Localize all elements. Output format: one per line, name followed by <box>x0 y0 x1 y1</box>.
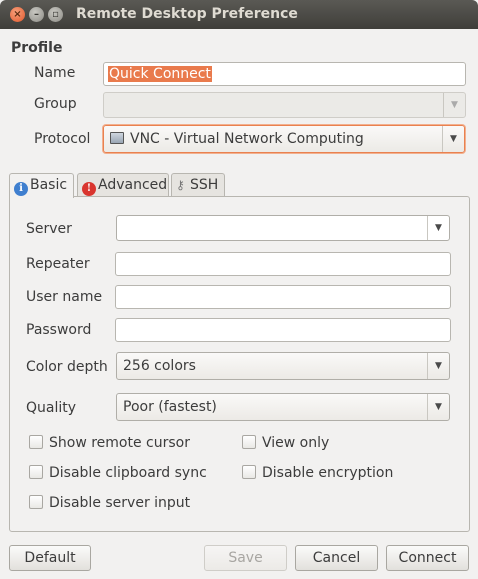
checkbox-box <box>242 465 256 479</box>
chevron-down-icon: ▼ <box>427 394 449 420</box>
checkbox-label: View only <box>262 435 330 451</box>
quality-combo[interactable]: Poor (fastest) ▼ <box>116 393 450 421</box>
monitor-icon <box>110 132 124 144</box>
ssh-key-icon: ⚷ <box>176 178 185 192</box>
name-label: Name <box>34 65 76 81</box>
password-label: Password <box>26 322 92 338</box>
info-icon: i <box>14 182 28 196</box>
show-remote-cursor-checkbox[interactable]: Show remote cursor <box>29 435 190 451</box>
checkbox-label: Disable encryption <box>262 465 394 481</box>
minimize-window-button[interactable]: – <box>29 7 44 22</box>
window-title: Remote Desktop Preference <box>76 6 298 22</box>
color-depth-combo[interactable]: 256 colors ▼ <box>116 352 450 380</box>
color-depth-combo-value: 256 colors <box>123 358 196 374</box>
server-combo[interactable]: ▼ <box>116 215 450 241</box>
checkbox-box <box>29 495 43 509</box>
username-label: User name <box>26 289 103 305</box>
tab-ssh[interactable]: ⚷ SSH <box>171 173 225 197</box>
name-field-value: Quick Connect <box>108 66 212 82</box>
tab-basic-label: Basic <box>30 177 68 193</box>
profile-section-title: Profile <box>11 40 63 56</box>
checkbox-box <box>29 435 43 449</box>
username-field[interactable] <box>115 285 451 309</box>
color-depth-label: Color depth <box>26 359 108 375</box>
maximize-window-button[interactable]: ▫ <box>48 7 63 22</box>
quality-combo-value: Poor (fastest) <box>123 399 217 415</box>
name-field[interactable]: Quick Connect <box>103 62 466 86</box>
tab-ssh-label: SSH <box>190 177 219 193</box>
checkbox-label: Disable clipboard sync <box>49 465 207 481</box>
protocol-combo-value: VNC - Virtual Network Computing <box>130 131 364 147</box>
warning-icon: ! <box>82 182 96 196</box>
disable-clipboard-sync-checkbox[interactable]: Disable clipboard sync <box>29 465 207 481</box>
chevron-down-icon: ▼ <box>427 216 449 240</box>
save-button[interactable]: Save <box>204 545 287 571</box>
checkbox-label: Show remote cursor <box>49 435 190 451</box>
close-window-button[interactable]: × <box>10 7 25 22</box>
tab-advanced[interactable]: ! Advanced <box>77 173 169 197</box>
group-label: Group <box>34 96 77 112</box>
password-field[interactable] <box>115 318 451 342</box>
chevron-down-icon: ▼ <box>427 353 449 379</box>
checkbox-box <box>242 435 256 449</box>
tab-basic[interactable]: i Basic <box>9 173 74 198</box>
group-combo[interactable]: ▼ <box>103 92 466 118</box>
repeater-field[interactable] <box>115 252 451 276</box>
server-label: Server <box>26 221 72 237</box>
connect-button[interactable]: Connect <box>386 545 469 571</box>
protocol-combo[interactable]: VNC - Virtual Network Computing ▼ <box>103 125 465 153</box>
window-titlebar: × – ▫ Remote Desktop Preference <box>0 0 478 29</box>
chevron-down-icon: ▼ <box>442 126 464 152</box>
disable-encryption-checkbox[interactable]: Disable encryption <box>242 465 393 481</box>
cancel-button[interactable]: Cancel <box>295 545 378 571</box>
view-only-checkbox[interactable]: View only <box>242 435 329 451</box>
quality-label: Quality <box>26 400 77 416</box>
chevron-down-icon: ▼ <box>443 93 465 117</box>
default-button[interactable]: Default <box>9 545 91 571</box>
repeater-label: Repeater <box>26 256 90 272</box>
protocol-label: Protocol <box>34 131 91 147</box>
tab-advanced-label: Advanced <box>98 177 168 193</box>
checkbox-box <box>29 465 43 479</box>
disable-server-input-checkbox[interactable]: Disable server input <box>29 495 190 511</box>
checkbox-label: Disable server input <box>49 495 191 511</box>
